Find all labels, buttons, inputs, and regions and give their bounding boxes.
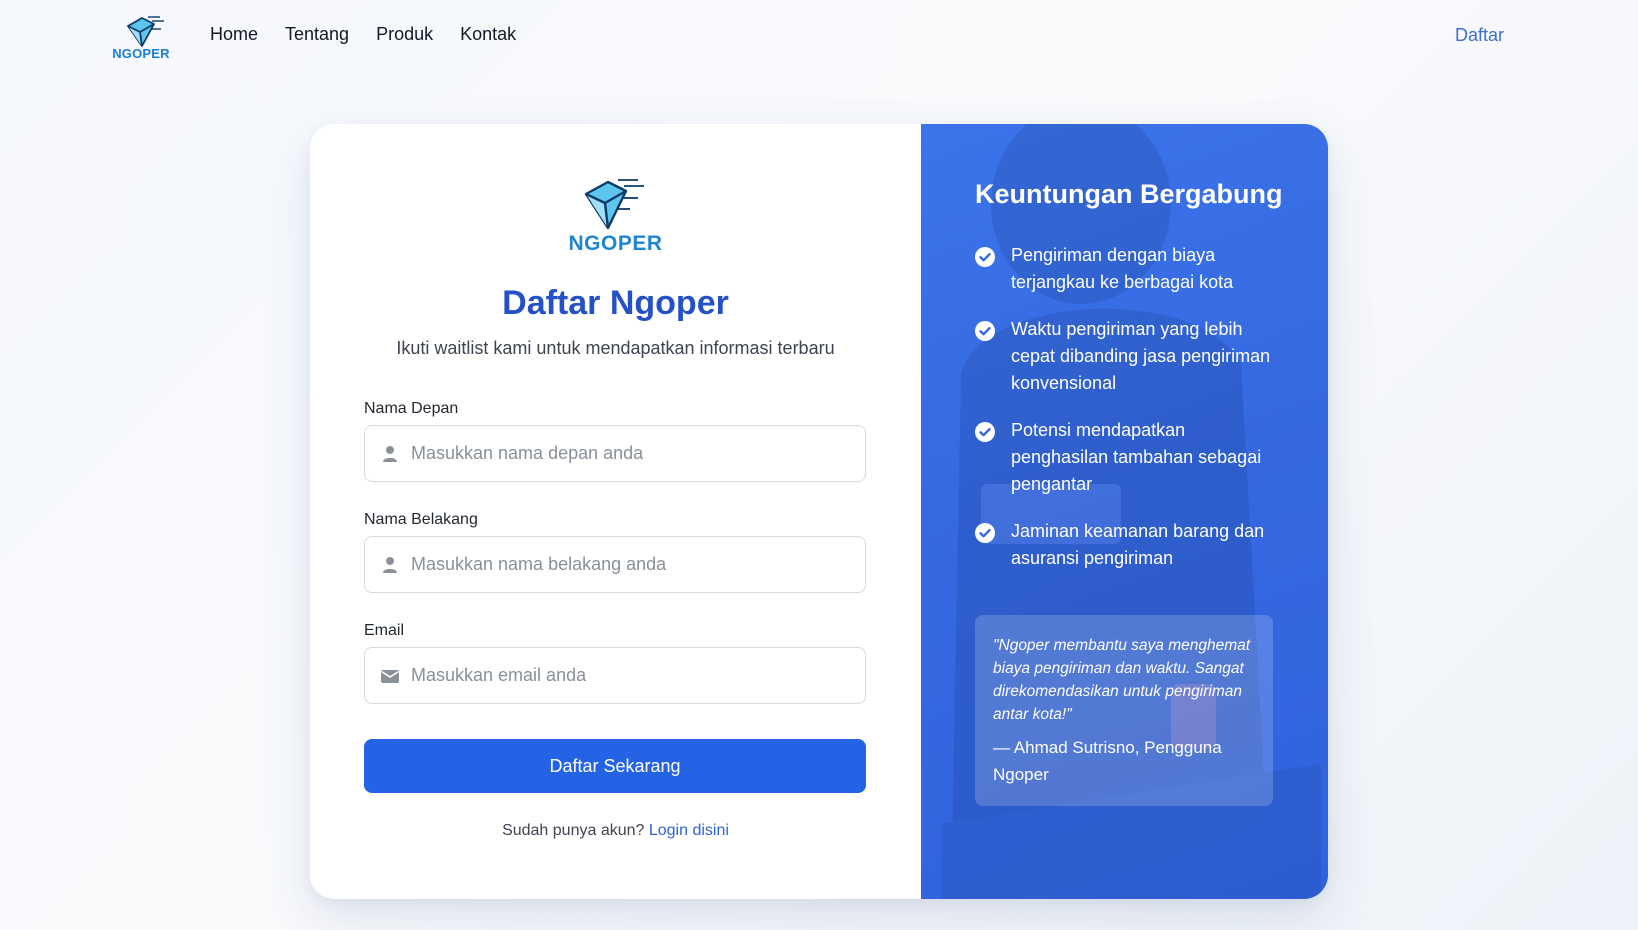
email-input[interactable] [411, 665, 851, 686]
signup-form-panel: NGOPER Daftar Ngoper Ikuti waitlist kami… [310, 124, 921, 899]
check-circle-icon [975, 247, 995, 267]
benefit-item: Potensi mendapatkan penghasilan tambahan… [975, 417, 1285, 498]
benefit-item: Pengiriman dengan biaya terjangkau ke be… [975, 242, 1285, 296]
email-field[interactable] [364, 647, 866, 704]
nav-link-kontak[interactable]: Kontak [460, 24, 516, 45]
navbar: NGOPER Home Tentang Produk Kontak Daftar [0, 0, 1638, 74]
benefit-text: Jaminan keamanan barang dan asuransi pen… [1011, 521, 1265, 568]
benefit-text: Waktu pengiriman yang lebih cepat diband… [1011, 319, 1271, 393]
benefits-panel: Keuntungan Bergabung Pengiriman dengan b… [921, 124, 1328, 899]
user-icon [380, 555, 400, 575]
nav-links: Home Tentang Produk Kontak [210, 24, 543, 45]
last-name-input[interactable] [411, 554, 851, 575]
nav-link-home[interactable]: Home [210, 24, 258, 45]
check-circle-icon [975, 523, 995, 543]
user-icon [380, 444, 400, 464]
benefits-title: Keuntungan Bergabung [975, 179, 1283, 209]
login-prompt: Sudah punya akun? Login disini [310, 822, 921, 840]
testimonial-quote: "Ngoper membantu saya menghemat biaya pe… [993, 637, 1251, 723]
signup-card: NGOPER Daftar Ngoper Ikuti waitlist kami… [310, 124, 1328, 899]
form-logo-text: NGOPER [568, 232, 663, 255]
benefits-list: Pengiriman dengan biaya terjangkau ke be… [975, 242, 1285, 592]
check-circle-icon [975, 321, 995, 341]
box-logo-icon [127, 16, 164, 47]
benefit-text: Pengiriman dengan biaya terjangkau ke be… [1011, 245, 1234, 292]
first-name-input[interactable] [411, 443, 851, 464]
login-link[interactable]: Login disini [649, 822, 729, 839]
page-subtitle: Ikuti waitlist kami untuk mendapatkan in… [396, 338, 835, 358]
last-name-field[interactable] [364, 536, 866, 593]
daftar-sekarang-button[interactable]: Daftar Sekarang [364, 739, 866, 793]
brand-logo[interactable]: NGOPER [112, 12, 170, 62]
check-circle-icon [975, 422, 995, 442]
page-title: Daftar Ngoper [502, 284, 729, 322]
form-logo [580, 176, 652, 236]
box-logo-icon [584, 179, 644, 230]
nav-link-produk[interactable]: Produk [376, 24, 433, 45]
envelope-icon [380, 666, 400, 686]
nav-link-tentang[interactable]: Tentang [285, 24, 349, 45]
benefit-text: Potensi mendapatkan penghasilan tambahan… [1011, 420, 1262, 494]
nav-daftar-link[interactable]: Daftar [1455, 25, 1504, 46]
benefit-item: Waktu pengiriman yang lebih cepat diband… [975, 316, 1285, 397]
login-prompt-text: Sudah punya akun? [502, 822, 645, 839]
brand-logo-text: NGOPER [112, 46, 170, 61]
last-name-label: Nama Belakang [364, 511, 478, 528]
email-label: Email [364, 622, 405, 639]
first-name-label: Nama Depan [364, 400, 459, 417]
testimonial-card: "Ngoper membantu saya menghemat biaya pe… [975, 615, 1273, 806]
benefit-item: Jaminan keamanan barang dan asuransi pen… [975, 518, 1285, 572]
first-name-field[interactable] [364, 425, 866, 482]
testimonial-author: — Ahmad Sutrisno, Pengguna Ngoper [993, 738, 1222, 784]
